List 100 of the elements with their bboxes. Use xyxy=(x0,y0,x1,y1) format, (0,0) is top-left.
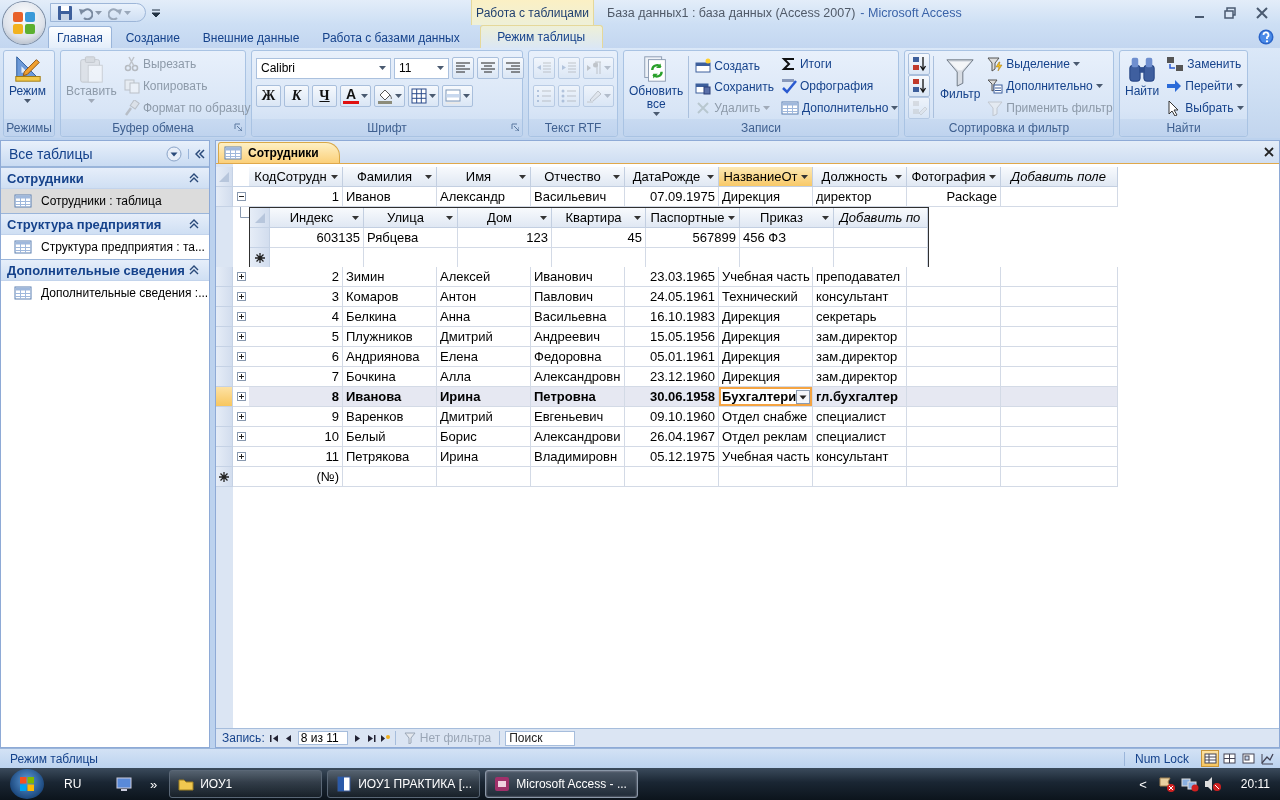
ribbon-button[interactable]: Заменить xyxy=(1164,53,1246,75)
taskbar-button[interactable]: ИОУ1 xyxy=(169,770,323,798)
expand-icon[interactable] xyxy=(236,452,246,461)
toolbar-button[interactable] xyxy=(477,57,499,79)
group-header[interactable]: Сотрудники xyxy=(1,167,209,189)
table-cell: Федоровна xyxy=(531,347,625,367)
expand-icon[interactable] xyxy=(236,412,246,421)
toolbar-button[interactable] xyxy=(374,85,406,107)
group-header[interactable]: Структура предприятия xyxy=(1,213,209,235)
expand-icon[interactable] xyxy=(236,432,246,441)
ribbon-button[interactable]: Орфография xyxy=(779,75,901,97)
ribbon-tab[interactable]: Режим таблицы xyxy=(479,25,603,48)
ribbon-tab[interactable]: Работа с базами данных xyxy=(313,26,469,48)
previous-record-button[interactable] xyxy=(283,733,293,743)
column-header[interactable]: Должность xyxy=(813,167,907,187)
format-button[interactable]: Ж xyxy=(256,85,281,107)
view-button[interactable] xyxy=(1220,750,1238,767)
ribbon-tab[interactable]: Внешние данные xyxy=(193,26,309,48)
column-header[interactable]: Приказ xyxy=(740,208,834,228)
dropdown-field[interactable]: 11 xyxy=(394,57,449,79)
quick-launch-button[interactable] xyxy=(116,776,132,792)
expand-icon[interactable] xyxy=(236,352,246,361)
column-header[interactable]: Дом xyxy=(458,208,552,228)
ribbon-tab[interactable]: Главная xyxy=(48,26,112,48)
record-selector[interactable] xyxy=(216,467,233,487)
column-header[interactable]: Добавить по xyxy=(834,208,928,228)
collapse-icon[interactable] xyxy=(236,192,246,201)
view-button[interactable] xyxy=(1201,750,1219,767)
taskbar-button[interactable]: ИОУ1 ПРАКТИКА [... xyxy=(327,770,481,798)
dialog-launcher[interactable] xyxy=(511,123,519,131)
document-tab[interactable]: Сотрудники xyxy=(218,142,340,163)
column-header[interactable]: Квартира xyxy=(552,208,646,228)
column-header[interactable]: Фотография xyxy=(907,167,1001,187)
save-button[interactable] xyxy=(57,4,73,21)
format-button[interactable]: A xyxy=(340,85,372,107)
expand-icon[interactable] xyxy=(236,392,246,401)
expand-icon[interactable] xyxy=(236,372,246,381)
ribbon-button[interactable]: Найти xyxy=(1123,53,1162,99)
toolbar-button[interactable] xyxy=(908,53,930,75)
ribbon-button[interactable]: Обновить все xyxy=(627,53,686,117)
toolbar-button[interactable] xyxy=(908,75,930,97)
last-record-button[interactable] xyxy=(366,733,376,743)
ribbon-button[interactable]: Дополнительно xyxy=(779,97,901,119)
record-selector[interactable] xyxy=(250,248,270,268)
dropdown-arrow-icon xyxy=(425,174,432,179)
record-position-field[interactable]: 8 из 11 xyxy=(297,731,348,745)
ribbon-button[interactable]: Сохранить xyxy=(693,76,776,98)
ribbon-button[interactable]: Режим xyxy=(7,53,48,104)
start-button[interactable] xyxy=(10,769,44,799)
language-indicator[interactable]: RU xyxy=(64,777,114,791)
table-cell: Комаров xyxy=(343,287,437,307)
office-button[interactable] xyxy=(3,2,45,44)
ribbon-button[interactable]: Итоги xyxy=(779,53,901,75)
format-button[interactable]: Ч xyxy=(312,85,337,107)
toolbar-button[interactable] xyxy=(502,57,524,79)
expand-icon[interactable] xyxy=(236,292,246,301)
ribbon-button[interactable]: Выделение xyxy=(985,53,1115,75)
column-header[interactable]: Паспортные xyxy=(646,208,740,228)
combo-field[interactable]: Бухгалтери xyxy=(719,387,813,407)
column-header[interactable]: Фамилия xyxy=(343,167,437,187)
column-header[interactable]: Улица xyxy=(364,208,458,228)
column-header[interactable]: КодСотрудн xyxy=(249,167,343,187)
column-header[interactable]: ДатаРожде xyxy=(625,167,719,187)
customize-button[interactable] xyxy=(152,8,160,17)
close-button[interactable] xyxy=(1264,147,1274,157)
dialog-launcher[interactable] xyxy=(234,123,242,131)
first-record-button[interactable] xyxy=(269,733,279,743)
column-header[interactable]: Имя xyxy=(437,167,531,187)
show-hidden-icons-button[interactable]: < xyxy=(1139,776,1147,792)
format-button[interactable]: К xyxy=(284,85,309,107)
table-cell: Зимин xyxy=(343,267,437,287)
search-field[interactable]: Поиск xyxy=(505,730,576,746)
view-button[interactable] xyxy=(1239,750,1257,767)
ribbon-button[interactable]: Выбрать xyxy=(1164,97,1246,119)
ribbon-button[interactable]: Создать xyxy=(693,56,776,77)
expand-icon[interactable] xyxy=(236,332,246,341)
new-record-button[interactable] xyxy=(380,733,390,743)
expand-icon[interactable] xyxy=(236,312,246,321)
column-header[interactable]: НазваниеОт xyxy=(719,167,813,187)
collapse-button[interactable] xyxy=(188,148,205,159)
expand-icon[interactable] xyxy=(236,272,246,281)
toolbar-button[interactable] xyxy=(408,85,440,107)
nav-item[interactable]: Сотрудники : таблица xyxy=(1,189,209,213)
column-header[interactable]: Добавить поле xyxy=(1001,167,1118,187)
ribbon-button[interactable]: Фильтр xyxy=(938,56,983,102)
next-record-button[interactable] xyxy=(352,733,362,743)
dropdown-field[interactable]: Calibri xyxy=(256,57,391,79)
ribbon-button[interactable]: Дополнительно xyxy=(985,75,1115,97)
ribbon-button[interactable]: Перейти xyxy=(1164,75,1246,97)
help-button[interactable] xyxy=(1258,28,1274,45)
column-header[interactable]: Отчество xyxy=(531,167,625,187)
undo-button[interactable] xyxy=(79,5,102,20)
ribbon-tab[interactable]: Создание xyxy=(116,26,189,48)
menu-button[interactable] xyxy=(166,145,182,162)
group-header[interactable]: Дополнительные сведения xyxy=(1,259,209,281)
overflow-button[interactable]: » xyxy=(150,776,158,792)
taskbar-button[interactable]: Microsoft Access - ... xyxy=(485,770,639,798)
toolbar-button[interactable] xyxy=(452,57,474,79)
table-cell: 3 xyxy=(249,287,343,307)
column-header[interactable]: Индекс xyxy=(270,208,364,228)
